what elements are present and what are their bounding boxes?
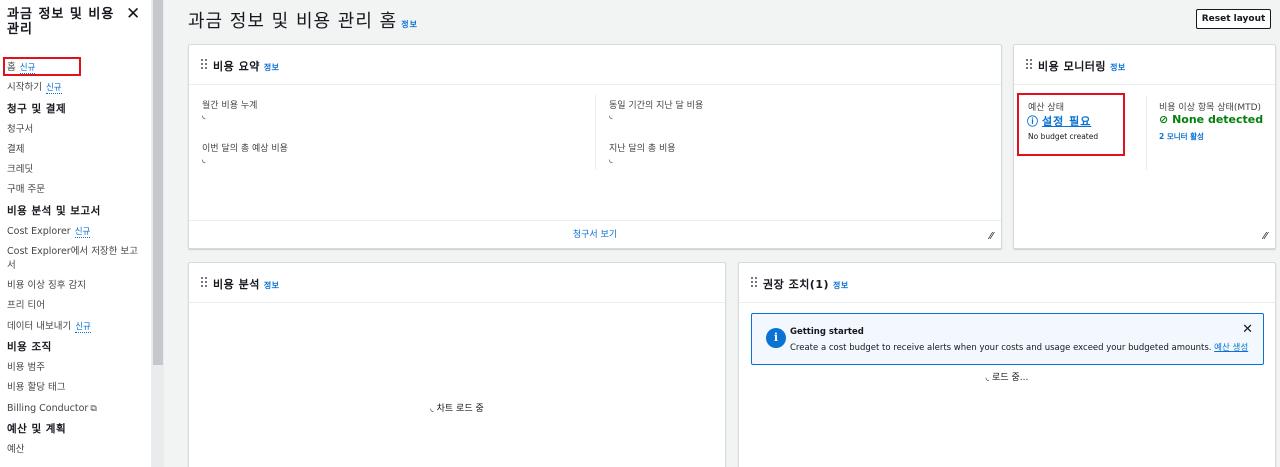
info-link[interactable]: 정보	[264, 281, 280, 290]
reset-layout-button[interactable]: Reset layout	[1196, 9, 1271, 29]
sidebar-item-label: 크레딧	[7, 164, 34, 176]
cost-analysis-card: 비용 분석 정보 ◟ 차트 로드 중	[188, 262, 726, 467]
info-link[interactable]: 정보	[264, 63, 280, 72]
metric-label: 동일 기간의 지난 달 비용	[609, 101, 704, 111]
external-link-icon: ⧉	[90, 403, 97, 414]
sidebar-item[interactable]: 비용 할당 태그	[7, 378, 142, 398]
alert-title: Getting started	[790, 327, 864, 337]
sidebar-item[interactable]: 결제	[7, 140, 142, 160]
info-link[interactable]: 정보	[1110, 63, 1126, 72]
sidebar-section-heading: 청구 및 결제	[7, 102, 67, 115]
card-header: 비용 요약 정보	[189, 45, 1001, 85]
cost-monitoring-card: 비용 모니터링 정보 예산 상태 ⓘ 설정 필요 No budget created…	[1013, 44, 1276, 249]
drag-handle-icon[interactable]	[1026, 59, 1032, 69]
info-icon: i	[766, 328, 786, 348]
metric-label: 이번 달의 총 예상 비용	[202, 144, 288, 154]
sidebar-item-label: 비용 범주	[7, 361, 45, 373]
new-badge: 신규	[75, 321, 91, 333]
loading-spinner-icon: ◟	[430, 404, 434, 414]
divider	[1146, 95, 1147, 170]
check-circle-icon: ⊘	[1159, 113, 1169, 126]
sidebar-item[interactable]: 프리 티어	[7, 296, 142, 316]
metric-label: 지난 달의 총 비용	[609, 144, 676, 154]
sidebar-item[interactable]: 예산	[7, 440, 142, 460]
scrollbar-thumb[interactable]	[153, 0, 163, 365]
sidebar-item-label: Billing Conductor	[7, 402, 89, 414]
sidebar-item[interactable]: 청구서	[7, 120, 142, 140]
sidebar-item[interactable]: 크레딧	[7, 160, 142, 180]
getting-started-alert: i Getting started Create a cost budget t…	[751, 313, 1264, 365]
drag-handle-icon[interactable]	[201, 277, 207, 287]
sidebar-nav: 홈 신규 시작하기 신규 청구 및 결제 청구서 결제 크레딧 구매 주문 비용 분석 및 보고서…	[7, 58, 142, 460]
sidebar-item[interactable]: 데이터 내보내기 신규	[7, 317, 142, 337]
create-budget-link[interactable]: 예산 생성	[1214, 343, 1248, 353]
page-title: 과금 정보 및 비용 관리 홈 정보	[188, 7, 418, 33]
highlight-box	[3, 57, 81, 76]
info-link[interactable]: 정보	[833, 281, 849, 290]
sidebar-item[interactable]: Billing Conductor ⧉	[7, 399, 142, 419]
new-badge: 신규	[74, 226, 91, 238]
loading-spinner-icon: ◟	[202, 155, 206, 165]
chart-loading: ◟ 차트 로드 중	[430, 404, 484, 414]
divider	[595, 95, 596, 170]
sidebar-item[interactable]: Cost Explorer 신규	[7, 222, 142, 242]
sidebar-item[interactable]: 비용 이상 징후 감지	[7, 276, 142, 296]
sidebar-item-label: Cost Explorer에서 저장한 보고서	[7, 246, 138, 272]
sidebar-title: 과금 정보 및 비용 관리	[7, 7, 115, 37]
anomaly-status: ⊘ None detected	[1159, 113, 1264, 126]
anomaly-status-label: 비용 이상 항목 상태(MTD)	[1159, 103, 1262, 113]
drag-handle-icon[interactable]	[751, 277, 757, 287]
close-icon[interactable]: ✕	[1242, 322, 1253, 337]
loading-spinner-icon: ◟	[202, 111, 206, 121]
sidebar-scrollbar[interactable]	[152, 0, 164, 467]
info-link[interactable]: 정보	[401, 20, 418, 29]
recommendations-card: 권장 조치(1) 정보 i Getting started Create a co…	[738, 262, 1276, 467]
sidebar: 과금 정보 및 비용 관리 ✕ 홈 신규 시작하기 신규 청구 및 결제 청구서 결제 크레딧…	[0, 0, 152, 467]
card-title: 비용 요약 정보	[213, 60, 280, 73]
card-header: 비용 모니터링 정보	[1014, 45, 1275, 85]
sidebar-section-heading: 예산 및 계획	[7, 422, 67, 435]
alert-text: Create a cost budget to receive alerts w…	[790, 343, 1249, 353]
resize-handle-icon[interactable]: ⁄⁄	[1264, 231, 1267, 242]
loading-spinner-icon: ◟	[609, 155, 613, 165]
sidebar-item-label: 비용 할당 태그	[7, 382, 66, 394]
loading-spinner-icon: ◟	[609, 111, 613, 121]
sidebar-section-heading: 비용 분석 및 보고서	[7, 204, 101, 217]
loading-indicator: ◟ 로드 중...	[985, 373, 1029, 383]
sidebar-item-label: 데이터 내보내기	[7, 320, 72, 332]
sidebar-item-label: 프리 티어	[7, 300, 45, 312]
metric-label: 월간 비용 누계	[202, 101, 258, 111]
sidebar-item[interactable]: 시작하기 신규	[7, 78, 142, 98]
card-header: 권장 조치(1) 정보	[739, 263, 1275, 303]
cost-summary-card: 비용 요약 정보 월간 비용 누계 ◟ 동일 기간의 지난 달 비용 ◟ 이번 달…	[188, 44, 1002, 249]
card-header: 비용 분석 정보	[189, 263, 725, 303]
close-icon[interactable]: ✕	[126, 4, 140, 24]
highlight-box	[1017, 93, 1125, 156]
sidebar-item-label: 예산	[7, 443, 25, 455]
page-title-text: 과금 정보 및 비용 관리 홈	[188, 11, 398, 32]
monitors-active-link[interactable]: 2 모니터 활성	[1159, 131, 1204, 142]
drag-handle-icon[interactable]	[201, 59, 207, 69]
sidebar-item-label: 구매 주문	[7, 184, 45, 196]
sidebar-item-label: 결제	[7, 143, 25, 155]
sidebar-section-heading: 비용 조직	[7, 340, 52, 353]
card-title: 비용 모니터링 정보	[1038, 60, 1126, 73]
new-badge: 신규	[45, 83, 62, 95]
sidebar-item-label: 청구서	[7, 123, 34, 135]
sidebar-item-label: 시작하기	[7, 82, 42, 94]
sidebar-item-label: Cost Explorer	[7, 225, 71, 237]
sidebar-item[interactable]: 구매 주문	[7, 180, 142, 200]
loading-spinner-icon: ◟	[985, 373, 990, 383]
resize-handle-icon[interactable]: ⁄⁄	[990, 231, 993, 242]
view-bills-link[interactable]: 청구서 보기	[189, 220, 1001, 248]
card-title: 비용 분석 정보	[213, 278, 280, 291]
sidebar-item-label: 비용 이상 징후 감지	[7, 280, 86, 292]
sidebar-item[interactable]: 비용 범주	[7, 358, 142, 378]
sidebar-item[interactable]: Cost Explorer에서 저장한 보고서	[7, 242, 142, 276]
card-title: 권장 조치(1) 정보	[763, 278, 849, 291]
